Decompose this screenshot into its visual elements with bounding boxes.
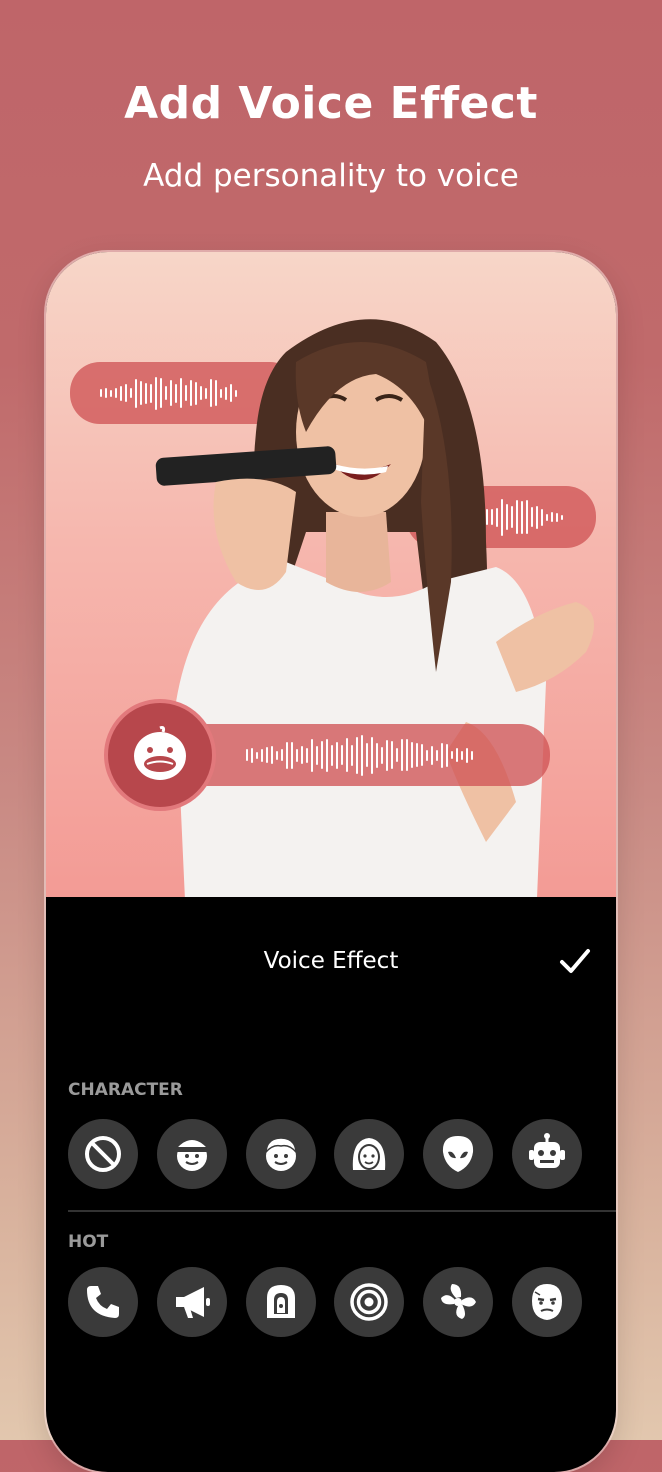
waveform-bar (441, 742, 443, 768)
waveform-bar (341, 745, 343, 765)
waveform-bar (446, 743, 448, 767)
echo-icon (350, 1283, 389, 1321)
waveform-bar (301, 746, 303, 764)
waveform-bar (376, 742, 378, 768)
effect-fan-button[interactable] (423, 1267, 494, 1337)
alien-icon (443, 1136, 474, 1172)
effect-zombie-button[interactable] (511, 1267, 582, 1337)
waveform-bar (271, 746, 273, 764)
waveform-3 (246, 724, 473, 786)
waveform-bar (366, 743, 368, 767)
waveform-bar (396, 748, 398, 762)
hero-subtitle: Add personality to voice (143, 158, 519, 194)
waveform-bar (110, 389, 112, 397)
effect-woman-button[interactable] (334, 1119, 405, 1189)
waveform-bar (451, 751, 453, 759)
effect-boy-button[interactable] (156, 1119, 227, 1189)
waveform-bar (336, 741, 338, 769)
waveform-bar (456, 748, 458, 762)
waveform-bar (261, 748, 263, 762)
effect-cave-button[interactable] (245, 1267, 316, 1337)
waveform-bar (331, 744, 333, 766)
waveform-bar (326, 738, 328, 772)
none-icon (85, 1136, 121, 1172)
waveform-bar (361, 734, 363, 776)
effect-man-button[interactable] (245, 1119, 316, 1189)
waveform-bar (266, 747, 268, 763)
waveform-bar (105, 388, 107, 398)
woman-speaking-illustration (155, 319, 594, 897)
robot-icon (528, 1133, 565, 1168)
waveform-bar (311, 738, 313, 772)
waveform-bar (466, 747, 468, 763)
effect-alien-button[interactable] (423, 1119, 494, 1189)
megaphone-icon (175, 1287, 210, 1318)
waveform-bar (281, 749, 283, 761)
preview-area (46, 252, 616, 897)
waveform-bar (386, 739, 388, 771)
waveform-bar (276, 750, 278, 760)
waveform-bar (321, 741, 323, 769)
waveform-bar (346, 738, 348, 772)
waveform-bar (115, 388, 117, 398)
waveform-bar (401, 739, 403, 771)
waveform-bar (125, 384, 127, 402)
woman-icon (353, 1138, 386, 1170)
waveform-bar (411, 742, 413, 768)
waveform-bar (461, 750, 463, 760)
waveform-bar (371, 736, 373, 774)
section-divider (68, 1210, 616, 1212)
boy-icon (176, 1140, 207, 1171)
duck-icon (134, 726, 186, 780)
duck-effect-avatar (104, 699, 216, 811)
man-icon (264, 1137, 297, 1171)
character-effects-row (68, 1119, 582, 1189)
waveform-bar (120, 385, 122, 401)
waveform-bar (436, 749, 438, 761)
waveform-bar (381, 746, 383, 764)
hot-effects-row (68, 1267, 582, 1337)
effect-megaphone-button[interactable] (156, 1267, 227, 1337)
waveform-bar (471, 750, 473, 760)
hero-title: Add Voice Effect (124, 78, 538, 129)
waveform-bar (296, 748, 298, 762)
waveform-bar (391, 741, 393, 769)
zombie-icon (531, 1284, 562, 1320)
waveform-bar (246, 749, 248, 761)
section-label-hot: HOT (68, 1232, 109, 1252)
waveform-bar (406, 739, 408, 771)
phone-mockup: Voice Effect CHARACTER HOT (46, 252, 616, 1472)
waveform-bar (421, 744, 423, 766)
section-label-character: CHARACTER (68, 1080, 183, 1100)
waveform-bar (286, 741, 288, 769)
cave-icon (266, 1285, 295, 1318)
effect-echo-button[interactable] (334, 1267, 405, 1337)
waveform-bar (130, 388, 132, 398)
waveform-bar (416, 743, 418, 767)
waveform-bar (356, 736, 358, 774)
waveform-bar (306, 747, 308, 763)
phone-icon (87, 1286, 119, 1318)
panel-title: Voice Effect (263, 948, 399, 974)
waveform-bar (291, 741, 293, 769)
checkmark-icon[interactable] (558, 944, 592, 978)
effect-robot-button[interactable] (511, 1119, 582, 1189)
waveform-bar (100, 389, 102, 397)
waveform-pill-3 (166, 724, 550, 786)
waveform-bar (256, 751, 258, 759)
waveform-bar (351, 744, 353, 766)
effect-phone-button[interactable] (68, 1267, 138, 1337)
effect-none-button[interactable] (68, 1119, 138, 1189)
waveform-bar (431, 745, 433, 765)
waveform-bar (316, 745, 318, 765)
waveform-bar (251, 747, 253, 763)
waveform-bar (426, 749, 428, 761)
fan-icon (441, 1284, 477, 1319)
